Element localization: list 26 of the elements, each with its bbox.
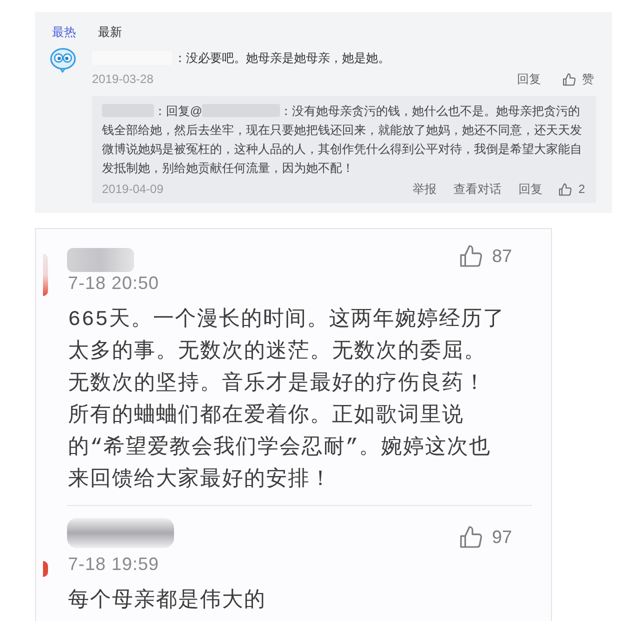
comment-text: 每个母亲都是伟大的 xyxy=(68,587,267,615)
avatar-photo xyxy=(43,254,48,296)
tab[interactable]: 最热 xyxy=(52,24,76,40)
like-button[interactable]: 赞 xyxy=(563,71,594,87)
avatar-photo xyxy=(43,561,48,577)
like-button[interactable]: 2 xyxy=(559,181,585,197)
tab[interactable]: 最新 xyxy=(98,24,122,40)
redacted-name xyxy=(67,248,134,272)
reply-action[interactable]: 举报 xyxy=(412,181,436,197)
comment-date: 2019-03-28 xyxy=(92,71,154,88)
reply-action[interactable]: 查看对话 xyxy=(453,181,502,197)
reply-text: ：回复@ ：没有她母亲贪污的钱，她什么也不是。她母亲把贪污的钱全部给她，然后去坐牢，现在只要她把钱还回来，就能放了她妈，她还不同意，还天天发微博说她妈是被冤枉的，这种人品的人，其创作凭什么得到公平对待，我倒是希望大家能自发抵制她，别给她贡献任何流量，因为她不配！ xyxy=(102,103,583,177)
avatar-icon xyxy=(50,47,76,73)
reply-date: 2019-04-09 xyxy=(102,181,164,198)
like-button[interactable]: 97 xyxy=(460,526,512,548)
thumbs-up-icon xyxy=(563,72,576,86)
like-button[interactable]: 87 xyxy=(460,245,512,267)
comment-time: 7-18 20:50 xyxy=(67,272,160,294)
reply-action[interactable]: 回复 xyxy=(517,71,541,87)
thumbs-up-icon xyxy=(559,182,572,196)
comment-text: ：没必要吧。她母亲是她母亲，她是她。 xyxy=(174,50,390,67)
reply-action[interactable]: 回复 xyxy=(518,181,542,197)
comment-time: 7-18 19:59 xyxy=(67,553,160,575)
thumbs-up-icon xyxy=(460,245,483,267)
comment-text: 665天。一个漫长的时间。这两年婉婷经历了太多的事。无数次的迷茫。无数次的委屈。无数次的坚持。音乐才是最好的疗伤良药！所有的蛐蛐们都在爱着你。正如歌词里说的“希望爱教会我们学会忍耐”。婉婷这次也来回馈给大家最好的安排！ xyxy=(68,306,506,494)
thumbs-up-icon xyxy=(460,526,483,548)
